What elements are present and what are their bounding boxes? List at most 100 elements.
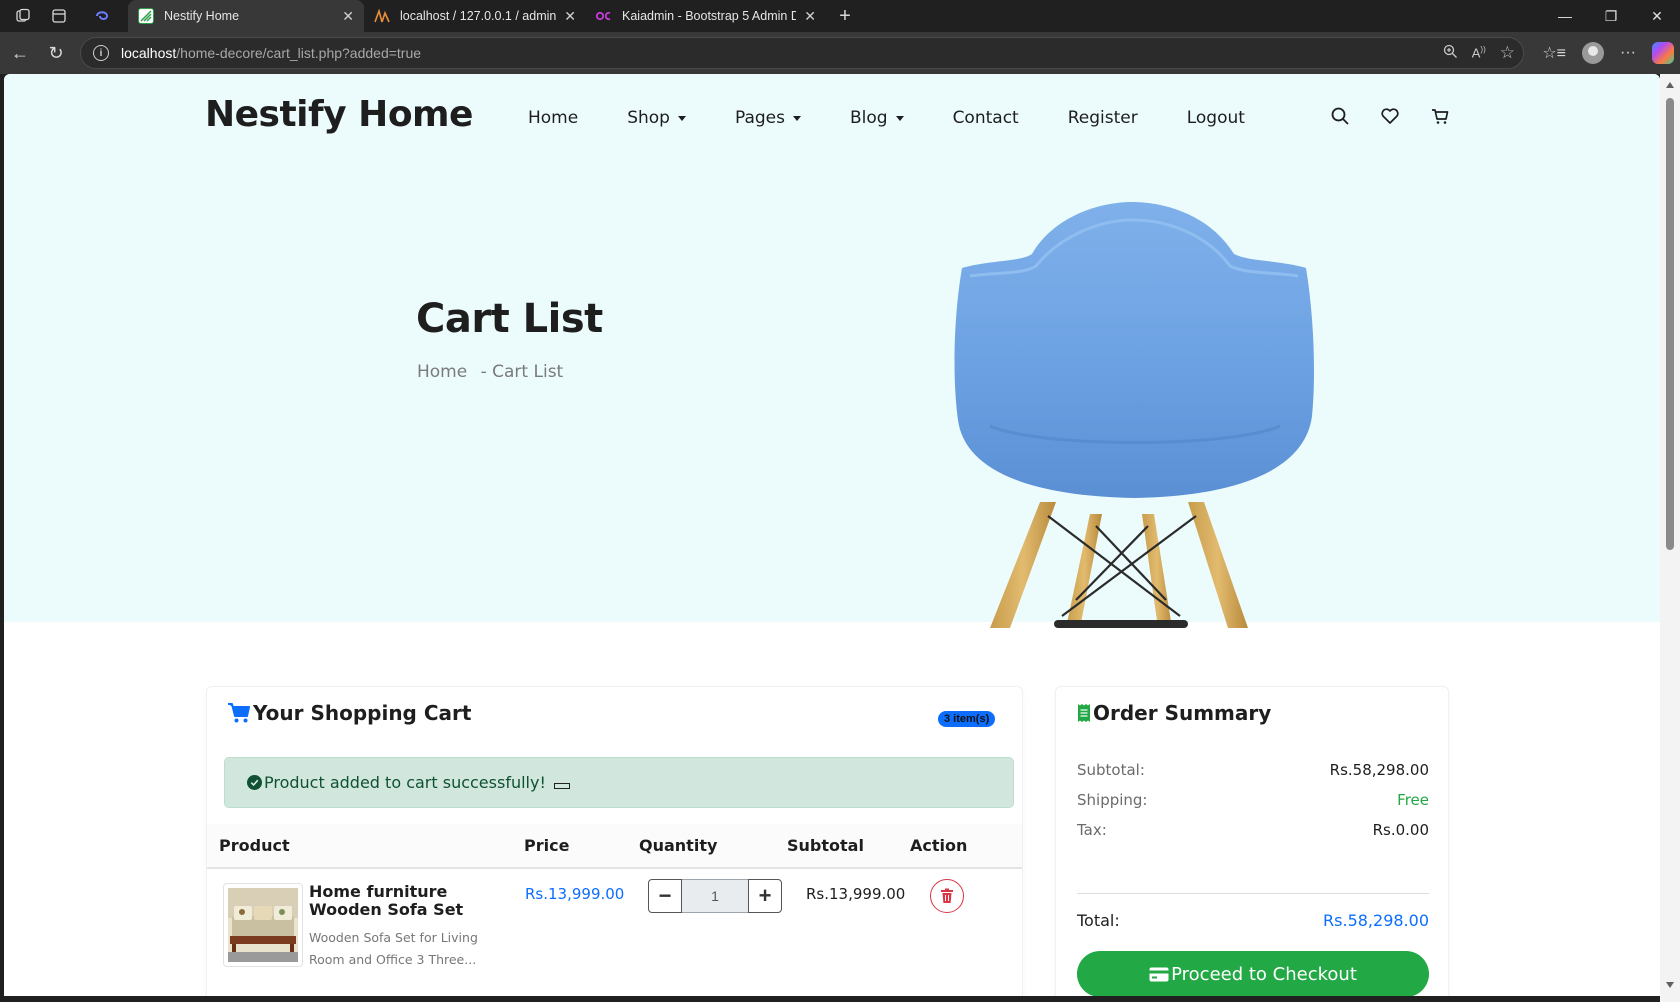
nav-item-shop[interactable]: Shop [627,108,686,128]
shopping-cart-icon [228,703,250,723]
product-description: Wooden Sofa Set for Living Room and Offi… [309,930,478,967]
reload-icon[interactable]: ↻ [38,35,74,71]
nestify-favicon [138,8,154,24]
page-viewport: Nestify Home Home Shop Pages Blog Contac… [4,74,1660,996]
increase-quantity-button[interactable]: + [748,879,782,913]
success-alert: Product added to cart successfully! [224,757,1014,808]
tab-phpmyadmin[interactable]: localhost / 127.0.0.1 / admin_hom ✕ [364,0,586,32]
quantity-input[interactable] [682,879,748,913]
decrease-quantity-button[interactable]: − [648,879,682,913]
tab-title: Nestify Home [164,9,240,23]
tab-nestify-home[interactable]: Nestify Home ✕ [128,0,364,32]
minimize-icon[interactable]: — [1542,0,1588,32]
zoom-icon[interactable] [1443,44,1458,62]
browser-tab-bar: Nestify Home ✕ localhost / 127.0.0.1 / a… [0,0,1680,32]
summary-tax-row: Tax: Rs.0.00 [1077,821,1429,839]
total-label: Total: [1077,911,1120,930]
main-nav: Home Shop Pages Blog Contact Register Lo… [528,108,1294,128]
dropdown-caret-icon [792,115,801,121]
subtotal-value: Rs.58,298.00 [1329,761,1429,779]
summary-total-row: Total: Rs.58,298.00 [1077,911,1429,930]
copilot-icon[interactable] [1652,42,1674,64]
tab-actions-icon[interactable] [44,1,74,31]
summary-card-title: Order Summary [1077,701,1271,725]
favorite-star-icon[interactable]: ☆ [1500,43,1515,63]
close-tab-icon[interactable]: ✕ [804,8,816,25]
column-header-subtotal: Subtotal [787,836,864,855]
nav-item-logout[interactable]: Logout [1187,108,1245,128]
cart-count-badge: 3 item(s) [938,711,996,727]
remove-item-button[interactable] [930,879,964,913]
close-tab-icon[interactable]: ✕ [342,8,354,25]
check-circle-icon [247,775,262,790]
breadcrumb-current: - Cart List [480,362,564,382]
trash-icon [941,888,953,903]
favorites-icon[interactable]: ☆≡ [1542,43,1566,63]
kaiadmin-icon [596,8,612,24]
order-summary-card: Order Summary Subtotal: Rs.58,298.00 Shi… [1055,686,1449,996]
receipt-icon [1078,704,1090,722]
read-aloud-icon[interactable]: A)) [1472,45,1486,60]
url-field[interactable]: i localhost/home-decore/cart_list.php?ad… [80,37,1524,69]
page-scrollbar[interactable] [1660,74,1680,1002]
restore-icon[interactable]: ❐ [1588,0,1634,32]
shipping-label: Shipping: [1077,791,1148,809]
column-header-quantity: Quantity [639,836,718,855]
alert-close-button[interactable] [553,782,570,789]
hero-chair-image [954,202,1314,628]
nav-item-contact[interactable]: Contact [953,108,1019,128]
back-icon[interactable]: ← [2,35,38,71]
site-brand-logo[interactable]: Nestify Home [205,94,473,135]
cart-icon[interactable] [1430,106,1450,126]
nav-item-blog[interactable]: Blog [850,108,904,128]
new-tab-icon[interactable]: + [830,1,860,31]
tab-copilot[interactable] [84,0,128,32]
browser-address-bar: ← ↻ i localhost/home-decore/cart_list.ph… [0,32,1680,74]
shipping-value: Free [1397,791,1429,809]
page-title: Cart List [416,296,603,342]
tab-title: Kaiadmin - Bootstrap 5 Admin Da [622,9,797,23]
breadcrumb-home[interactable]: Home [417,362,467,382]
proceed-to-checkout-button[interactable]: Proceed to Checkout [1077,951,1429,996]
dropdown-caret-icon [895,115,904,121]
cart-card-title: Your Shopping Cart [227,701,471,725]
table-row: Home furniture Wooden Sofa Set Wooden So… [207,871,1022,996]
shopping-cart-card: Your Shopping Cart 3 item(s) Product add… [206,686,1023,996]
close-tab-icon[interactable]: ✕ [564,8,576,25]
column-header-action: Action [910,836,968,855]
summary-divider [1077,893,1429,894]
more-menu-icon[interactable]: ··· [1620,44,1636,62]
column-header-price: Price [524,836,570,855]
window-controls: — ❐ ✕ [1542,0,1680,32]
copilot-swirl-icon [94,8,110,24]
product-name[interactable]: Home furniture Wooden Sofa Set [309,883,509,919]
product-price: Rs.13,999.00 [525,885,625,903]
breadcrumb: Home - Cart List [417,362,571,382]
wishlist-heart-icon[interactable] [1380,106,1400,126]
site-info-icon[interactable]: i [93,45,109,61]
browser-toolbar: ☆≡ ··· [1542,32,1674,74]
quantity-stepper: − + [648,879,782,913]
nav-item-home[interactable]: Home [528,108,578,128]
nav-item-register[interactable]: Register [1068,108,1138,128]
total-value: Rs.58,298.00 [1323,911,1429,930]
tax-label: Tax: [1077,821,1107,839]
url-text: localhost/home-decore/cart_list.php?adde… [121,45,422,61]
header-icons [1330,106,1450,126]
dropdown-caret-icon [677,115,686,121]
tab-kaiadmin[interactable]: Kaiadmin - Bootstrap 5 Admin Da ✕ [586,0,826,32]
scrollbar-thumb[interactable] [1666,98,1674,550]
phpmyadmin-icon [374,8,390,24]
tab-title: localhost / 127.0.0.1 / admin_hom [400,9,557,23]
scroll-up-icon[interactable] [1666,82,1674,88]
scroll-down-icon[interactable] [1666,982,1674,988]
subtotal-label: Subtotal: [1077,761,1145,779]
search-icon[interactable] [1330,106,1350,126]
workspaces-icon[interactable] [8,1,38,31]
product-subtotal: Rs.13,999.00 [806,885,906,903]
close-window-icon[interactable]: ✕ [1634,0,1680,32]
product-thumbnail[interactable] [223,883,303,967]
summary-subtotal-row: Subtotal: Rs.58,298.00 [1077,761,1429,779]
nav-item-pages[interactable]: Pages [735,108,801,128]
profile-avatar[interactable] [1582,42,1605,64]
